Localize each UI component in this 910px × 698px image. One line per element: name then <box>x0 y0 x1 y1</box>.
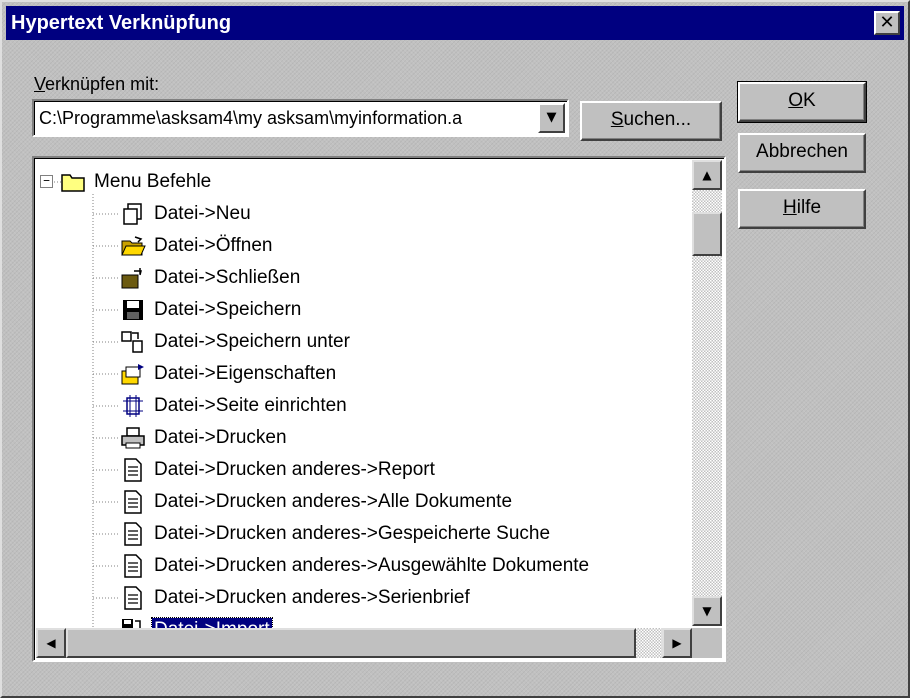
properties-icon <box>121 364 144 385</box>
collapse-toggle-icon[interactable]: − <box>40 175 53 188</box>
open-folder-icon <box>121 236 146 256</box>
help-button-accel: H <box>782 197 797 218</box>
tree-root-menu-befehle[interactable]: Menu Befehle <box>60 166 213 198</box>
link-with-label-rest: erknüpfen mit: <box>45 74 160 94</box>
document-icon <box>124 586 142 610</box>
tree-item-label: Datei->Drucken anderes->Report <box>154 459 435 480</box>
folder-open-icon <box>61 174 85 192</box>
close-folder-icon <box>121 268 142 289</box>
tree-item-label: Datei->Drucken <box>154 427 287 448</box>
scroll-up-button[interactable]: ▲ <box>692 160 722 190</box>
new-document-icon <box>123 203 142 225</box>
tree-item[interactable]: Datei->Eigenschaften <box>120 358 338 390</box>
tree-item-label: Datei->Speichern <box>154 299 302 320</box>
link-target-path[interactable]: C:\Programme\asksam4\my asksam\myinforma… <box>39 108 539 129</box>
hyperlink-dialog: Hypertext Verknüpfung ✕ Verknüpfen mit: … <box>0 0 910 698</box>
save-as-icon <box>121 331 143 353</box>
tree-item[interactable]: Datei->Drucken <box>120 422 289 454</box>
tree-item[interactable]: Datei->Speichern <box>120 294 303 326</box>
tree-root-label: Menu Befehle <box>94 171 212 192</box>
title-bar[interactable]: Hypertext Verknüpfung ✕ <box>6 6 904 40</box>
ok-button-accel: O <box>788 90 804 111</box>
printer-icon <box>121 427 145 449</box>
help-button[interactable]: Hilfe <box>738 189 866 229</box>
vertical-scrollbar[interactable]: ▲ ▼ <box>692 160 722 626</box>
scroll-right-button[interactable]: ▶ <box>662 628 692 658</box>
tree-item[interactable]: Datei->Öffnen <box>120 230 274 262</box>
tree-item[interactable]: Datei->Drucken anderes->Alle Dokumente <box>120 486 514 518</box>
link-target-combobox[interactable]: C:\Programme\asksam4\my asksam\myinforma… <box>32 99 569 137</box>
window-title: Hypertext Verknüpfung <box>11 12 232 34</box>
search-button-rest: uchen... <box>623 109 692 130</box>
floppy-disk-icon <box>123 300 143 320</box>
scrollbar-corner <box>692 628 722 658</box>
tree-item-label: Datei->Drucken anderes->Ausgewählte Doku… <box>154 555 590 576</box>
tree-item[interactable]: Datei->Seite einrichten <box>120 390 349 422</box>
vertical-scroll-thumb[interactable] <box>692 212 722 256</box>
tree-item[interactable]: Datei->Drucken anderes->Gespeicherte Suc… <box>120 518 552 550</box>
tree-item-label: Datei->Eigenschaften <box>154 363 337 384</box>
command-tree-view[interactable]: − Menu Befehle Datei->Neu Datei->Öffnen … <box>32 156 726 662</box>
tree-item-label: Datei->Seite einrichten <box>154 395 347 416</box>
scroll-left-button[interactable]: ◀ <box>36 628 66 658</box>
help-button-rest: ilfe <box>796 197 822 218</box>
tree-item[interactable]: Datei->Speichern unter <box>120 326 352 358</box>
tree-item[interactable]: Datei->Drucken anderes->Ausgewählte Doku… <box>120 550 591 582</box>
horizontal-scroll-thumb[interactable] <box>66 628 636 658</box>
tree-item-label: Datei->Neu <box>154 203 251 224</box>
document-icon <box>124 554 142 578</box>
tree-item-label: Datei->Schließen <box>154 267 301 288</box>
document-icon <box>124 458 142 482</box>
horizontal-scrollbar[interactable]: ◀ ▶ <box>36 628 692 658</box>
tree-item[interactable]: Datei->Drucken anderes->Report <box>120 454 437 486</box>
link-with-label-accel: V <box>34 74 46 94</box>
search-button-accel: S <box>610 109 624 130</box>
ok-button-rest: K <box>803 90 816 111</box>
ok-button[interactable]: OK <box>737 81 867 123</box>
cancel-button[interactable]: Abbrechen <box>738 133 866 173</box>
dropdown-arrow-button[interactable]: ▼ <box>538 103 565 133</box>
scroll-down-button[interactable]: ▼ <box>692 596 722 626</box>
tree-item-label: Datei->Speichern unter <box>154 331 350 352</box>
tree-item[interactable]: Datei->Schließen <box>120 262 302 294</box>
document-icon <box>124 490 142 514</box>
tree-item[interactable]: Datei->Neu <box>120 198 253 230</box>
tree-item-label: Datei->Drucken anderes->Serienbrief <box>154 587 470 608</box>
document-icon <box>124 522 142 546</box>
tree-item-label: Datei->Drucken anderes->Alle Dokumente <box>154 491 513 512</box>
page-setup-icon <box>123 395 143 417</box>
search-button[interactable]: Suchen... <box>580 101 722 141</box>
tree-item-label: Datei->Drucken anderes->Gespeicherte Suc… <box>154 523 551 544</box>
link-with-label: Verknüpfen mit: <box>34 74 159 95</box>
close-button[interactable]: ✕ <box>874 11 900 35</box>
tree-item-label: Datei->Öffnen <box>154 235 273 256</box>
tree-item[interactable]: Datei->Drucken anderes->Serienbrief <box>120 582 472 614</box>
